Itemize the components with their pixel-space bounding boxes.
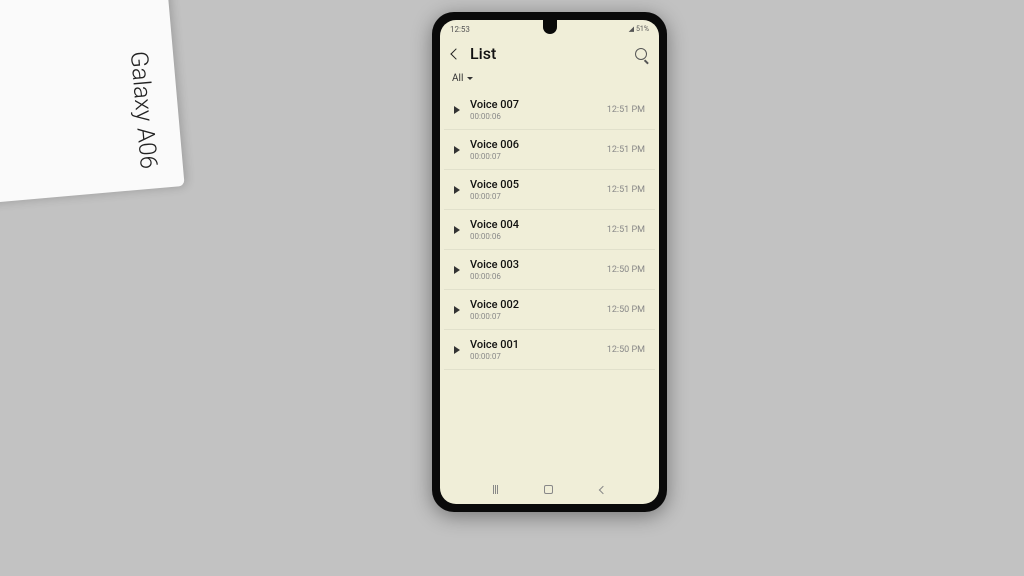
battery-text: 51% bbox=[636, 25, 649, 33]
filter-label: All bbox=[452, 73, 463, 84]
list-item[interactable]: Voice 006 00:00:07 12:51 PM bbox=[444, 130, 655, 170]
list-item[interactable]: Voice 005 00:00:07 12:51 PM bbox=[444, 170, 655, 210]
home-button[interactable] bbox=[544, 485, 553, 494]
recording-time: 12:50 PM bbox=[607, 345, 645, 355]
recording-time: 12:51 PM bbox=[607, 185, 645, 195]
product-box: Galaxy A06 bbox=[0, 0, 185, 203]
phone-screen: 12:53 ◢ 51% List All Voice 007 00:00:06 bbox=[440, 20, 659, 504]
chevron-down-icon bbox=[467, 77, 473, 80]
play-icon[interactable] bbox=[454, 226, 460, 234]
recording-title: Voice 003 bbox=[470, 258, 597, 271]
recording-time: 12:50 PM bbox=[607, 305, 645, 315]
list-item[interactable]: Voice 004 00:00:06 12:51 PM bbox=[444, 210, 655, 250]
recording-duration: 00:00:07 bbox=[470, 192, 597, 201]
nav-back-button[interactable] bbox=[599, 485, 607, 493]
recording-title: Voice 002 bbox=[470, 298, 597, 311]
recordings-list: Voice 007 00:00:06 12:51 PM Voice 006 00… bbox=[440, 90, 659, 370]
notch bbox=[543, 20, 557, 34]
list-item[interactable]: Voice 003 00:00:06 12:50 PM bbox=[444, 250, 655, 290]
signal-icon: ◢ bbox=[629, 25, 634, 33]
recording-duration: 00:00:07 bbox=[470, 312, 597, 321]
play-icon[interactable] bbox=[454, 266, 460, 274]
list-item[interactable]: Voice 002 00:00:07 12:50 PM bbox=[444, 290, 655, 330]
play-icon[interactable] bbox=[454, 186, 460, 194]
phone-frame: 12:53 ◢ 51% List All Voice 007 00:00:06 bbox=[432, 12, 667, 512]
product-box-label: Galaxy A06 bbox=[125, 50, 163, 170]
nav-bar bbox=[440, 479, 659, 500]
recording-title: Voice 005 bbox=[470, 178, 597, 191]
status-time: 12:53 bbox=[450, 25, 470, 34]
recording-title: Voice 004 bbox=[470, 218, 597, 231]
page-title: List bbox=[470, 44, 625, 63]
recording-time: 12:50 PM bbox=[607, 265, 645, 275]
play-icon[interactable] bbox=[454, 306, 460, 314]
play-icon[interactable] bbox=[454, 106, 460, 114]
recording-time: 12:51 PM bbox=[607, 145, 645, 155]
filter-dropdown[interactable]: All bbox=[440, 71, 659, 90]
recording-duration: 00:00:07 bbox=[470, 152, 597, 161]
recording-duration: 00:00:06 bbox=[470, 112, 597, 121]
recording-duration: 00:00:07 bbox=[470, 352, 597, 361]
list-item[interactable]: Voice 007 00:00:06 12:51 PM bbox=[444, 90, 655, 130]
recording-title: Voice 001 bbox=[470, 338, 597, 351]
back-icon[interactable] bbox=[450, 48, 461, 59]
recording-title: Voice 006 bbox=[470, 138, 597, 151]
recording-duration: 00:00:06 bbox=[470, 272, 597, 281]
recording-time: 12:51 PM bbox=[607, 225, 645, 235]
recents-button[interactable] bbox=[493, 485, 498, 494]
list-item[interactable]: Voice 001 00:00:07 12:50 PM bbox=[444, 330, 655, 370]
app-header: List bbox=[440, 36, 659, 71]
search-icon[interactable] bbox=[635, 48, 647, 60]
recording-duration: 00:00:06 bbox=[470, 232, 597, 241]
play-icon[interactable] bbox=[454, 346, 460, 354]
recording-title: Voice 007 bbox=[470, 98, 597, 111]
recording-time: 12:51 PM bbox=[607, 105, 645, 115]
play-icon[interactable] bbox=[454, 146, 460, 154]
